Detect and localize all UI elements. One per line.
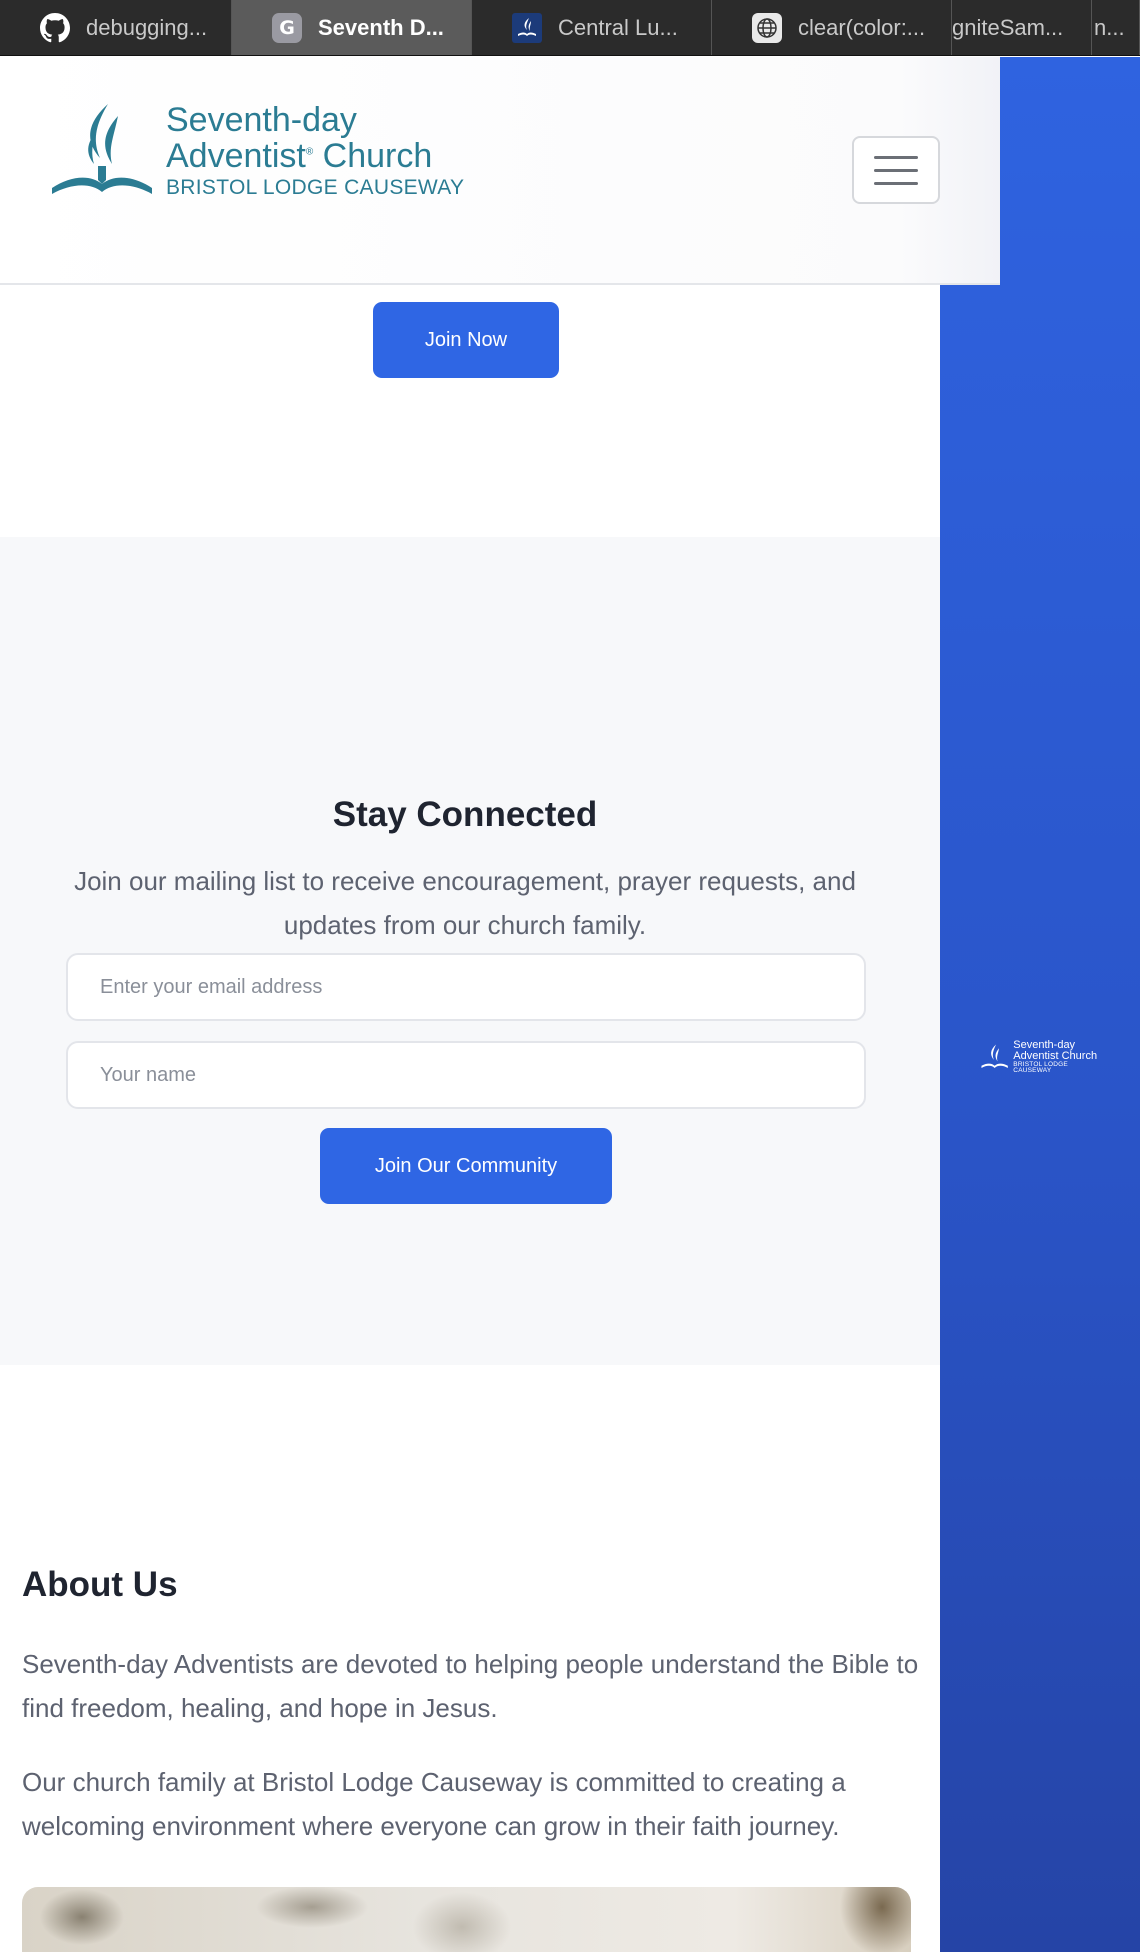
main-content: Join Now Stay Connected Join our mailing… bbox=[0, 57, 940, 1952]
newsletter-section: Stay Connected Join our mailing list to … bbox=[0, 537, 940, 1365]
join-community-button[interactable]: Join Our Community bbox=[320, 1128, 612, 1204]
about-paragraph: Our church family at Bristol Lodge Cause… bbox=[22, 1767, 846, 1841]
about-title: About Us bbox=[22, 1565, 178, 1604]
browser-tab-overflow[interactable]: n... bbox=[1092, 0, 1140, 55]
github-icon bbox=[40, 13, 70, 43]
side-panel-logo: Seventh-day Adventist Church BRISTOL LOD… bbox=[980, 1037, 1100, 1077]
browser-tab-central[interactable]: Central Lu... bbox=[472, 0, 712, 55]
join-now-button[interactable]: Join Now bbox=[373, 302, 559, 378]
hamburger-menu-button[interactable] bbox=[852, 136, 940, 204]
logo-line2-word: Adventist bbox=[166, 136, 306, 175]
logo-line3: BRISTOL LODGE CAUSEWAY bbox=[166, 175, 465, 199]
about-section: About Us Seventh-day Adventists are devo… bbox=[0, 1365, 940, 1952]
tab-title: n... bbox=[1094, 15, 1125, 40]
globe-icon bbox=[752, 13, 782, 43]
hamburger-menu-icon bbox=[874, 181, 918, 185]
side-logo-line1: Seventh-day bbox=[1013, 1038, 1076, 1051]
site-header: Seventh-day Adventist® Church BRISTOL LO… bbox=[0, 57, 1000, 285]
newsletter-title: Stay Connected bbox=[332, 795, 598, 834]
tab-title: debugging... bbox=[86, 15, 208, 40]
about-paragraph: Seventh-day Adventists are devoted to he… bbox=[22, 1649, 919, 1723]
church-logo[interactable]: Seventh-day Adventist® Church BRISTOL LO… bbox=[50, 102, 464, 198]
browser-tab-clear-color[interactable]: clear(color:... bbox=[712, 0, 952, 55]
tab-title: clear(color:... bbox=[798, 15, 926, 40]
about-image bbox=[22, 1887, 911, 1952]
g-favicon-icon: G bbox=[272, 13, 302, 43]
browser-tab-seventh-day[interactable]: G Seventh D... bbox=[232, 0, 472, 55]
tab-title: Seventh D... bbox=[318, 15, 444, 40]
side-logo-line3: BRISTOL LODGE CAUSEWAY bbox=[1013, 1060, 1068, 1074]
browser-tab-ignite[interactable]: gniteSam... bbox=[952, 0, 1092, 55]
side-logo-line2: Adventist Church bbox=[1013, 1049, 1098, 1062]
browser-tab-bar: debugging... G Seventh D... Central Lu..… bbox=[0, 0, 1140, 56]
tab-title: gniteSam... bbox=[952, 15, 1064, 40]
church-favicon-icon bbox=[512, 13, 542, 43]
logo-line2-rest: Church bbox=[313, 136, 433, 175]
hamburger-menu-icon bbox=[874, 155, 918, 159]
browser-tab-github[interactable]: debugging... bbox=[0, 0, 232, 55]
hamburger-menu-icon bbox=[874, 168, 918, 172]
tab-title: Central Lu... bbox=[558, 15, 678, 40]
name-input[interactable] bbox=[66, 1041, 866, 1109]
email-input[interactable] bbox=[66, 953, 866, 1021]
sda-flame-icon bbox=[52, 104, 152, 194]
logo-line2: Adventist® Church bbox=[166, 139, 464, 173]
side-blue-panel: Seventh-day Adventist Church BRISTOL LOD… bbox=[940, 57, 1140, 1952]
logo-line1: Seventh-day bbox=[166, 100, 357, 139]
newsletter-description: Join our mailing list to receive encoura… bbox=[74, 866, 856, 940]
sda-flame-icon bbox=[981, 1044, 1008, 1068]
